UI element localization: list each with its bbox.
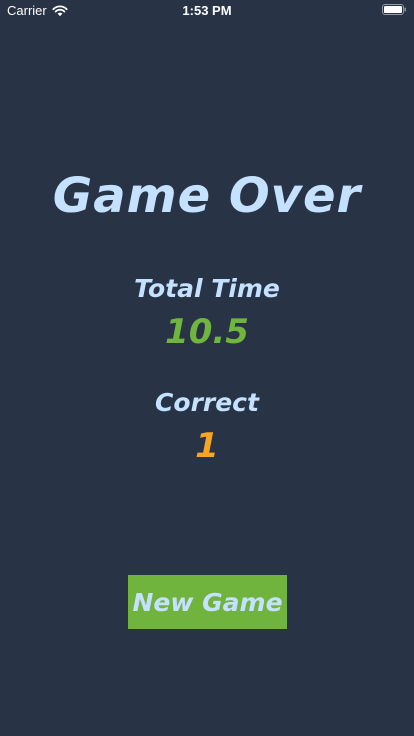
- correct-value: 1: [195, 426, 219, 466]
- battery-icon: [382, 4, 406, 15]
- correct-label: Correct: [155, 388, 259, 417]
- status-time: 1:53 PM: [182, 3, 232, 18]
- new-game-button[interactable]: New Game: [128, 575, 287, 629]
- total-time-value: 10.5: [165, 312, 249, 352]
- total-time-label: Total Time: [134, 274, 280, 303]
- status-bar: Carrier 1:53 PM: [0, 0, 414, 20]
- game-over-title: Game Over: [52, 168, 362, 224]
